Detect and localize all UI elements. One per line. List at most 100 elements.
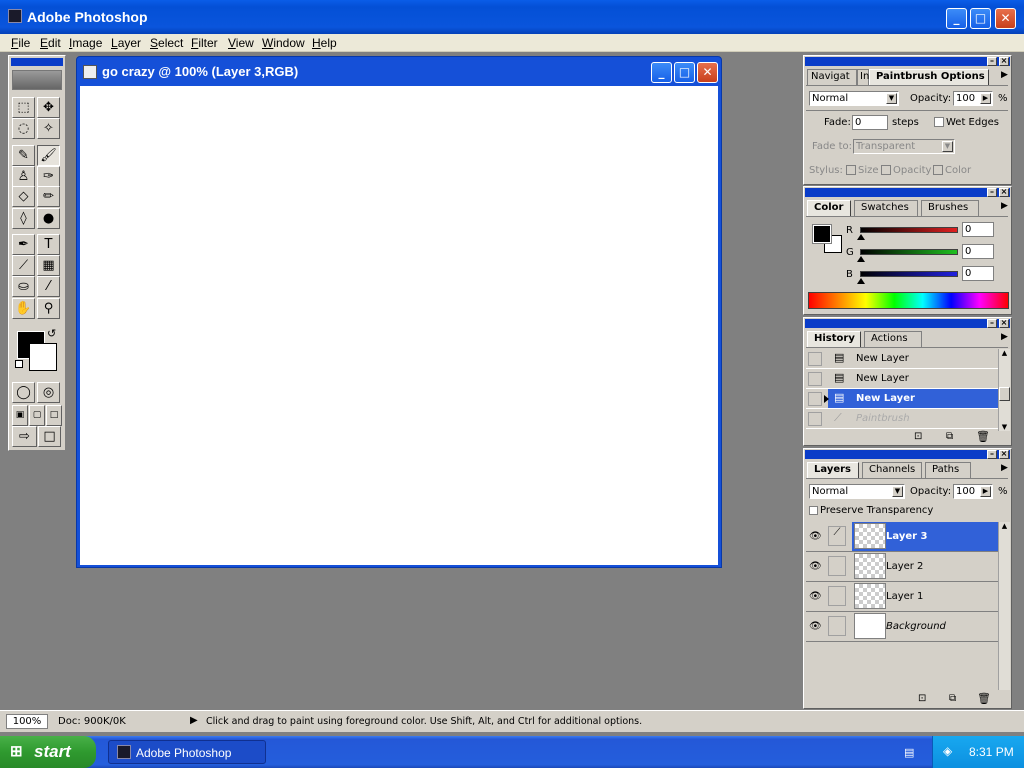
- wet-edges-checkbox[interactable]: [934, 117, 944, 127]
- snapshot-source-box[interactable]: [808, 412, 822, 426]
- slider-handle-g[interactable]: [857, 256, 865, 262]
- clock[interactable]: 8:31 PM: [969, 745, 1014, 759]
- title-bar[interactable]: Adobe Photoshop _ □ ✕: [0, 0, 1024, 34]
- active-layer-brush-icon[interactable]: ⟋: [828, 526, 846, 546]
- tab-history[interactable]: History: [807, 331, 861, 347]
- channel-slider-b[interactable]: [860, 271, 958, 277]
- history-state-marker-icon[interactable]: [824, 395, 829, 403]
- menu-filter[interactable]: Filter: [191, 36, 218, 50]
- menu-layer[interactable]: Layer: [111, 36, 141, 50]
- eyedropper-tool[interactable]: ⁄: [37, 276, 60, 297]
- snapshot-source-box[interactable]: [808, 372, 822, 386]
- scroll-up-icon[interactable]: ▲: [999, 349, 1010, 357]
- palette-close-button[interactable]: ×: [999, 450, 1009, 459]
- menu-select[interactable]: Select: [150, 36, 183, 50]
- palette-title-bar[interactable]: [805, 57, 1010, 66]
- magic-wand-tool[interactable]: ✧: [37, 118, 60, 139]
- move-tool[interactable]: ✥: [37, 97, 60, 118]
- color-foreground-swatch[interactable]: [812, 224, 832, 244]
- fade-to-select[interactable]: Transparent ▼: [853, 139, 955, 154]
- doc-maximize-button[interactable]: □: [674, 62, 695, 83]
- slider-handle-b[interactable]: [857, 278, 865, 284]
- palette-menu-arrow-icon[interactable]: ▶: [1001, 332, 1008, 342]
- screen-mode-standard-button[interactable]: ▣: [12, 405, 28, 426]
- menu-help[interactable]: Help: [312, 36, 337, 50]
- burn-tool[interactable]: ●: [37, 208, 60, 229]
- palette-close-button[interactable]: ×: [999, 188, 1009, 197]
- stylus-size-checkbox[interactable]: [846, 165, 856, 175]
- close-button[interactable]: ✕: [995, 8, 1016, 29]
- keyboard-tray-icon[interactable]: ▤: [904, 746, 914, 759]
- maximize-button[interactable]: □: [970, 8, 991, 29]
- airbrush-tool[interactable]: ✎: [12, 145, 35, 166]
- quick-mask-button[interactable]: ◎: [37, 382, 60, 403]
- blur-tool[interactable]: ◊: [12, 208, 35, 229]
- history-scrollbar[interactable]: ▲ ▼: [998, 349, 1010, 431]
- new-document-from-state-icon[interactable]: ⊡: [914, 431, 922, 442]
- network-tray-icon[interactable]: ◈: [943, 744, 952, 758]
- zoom-level-field[interactable]: 100%: [6, 714, 48, 729]
- channel-slider-g[interactable]: [860, 249, 958, 255]
- hand-tool[interactable]: ✋: [12, 298, 35, 319]
- default-colors-icon[interactable]: [15, 360, 23, 368]
- trash-icon[interactable]: 🗑: [976, 430, 990, 443]
- blend-mode-select[interactable]: Normal ▼: [809, 91, 899, 106]
- layer-row[interactable]: 👁 ⟋ Layer 3: [806, 522, 998, 552]
- stylus-color-checkbox[interactable]: [933, 165, 943, 175]
- rubber-stamp-tool[interactable]: ♙: [12, 166, 35, 187]
- history-brush-tool[interactable]: ✑: [37, 166, 60, 187]
- eraser-tool[interactable]: ◇: [12, 186, 35, 207]
- new-layer-icon[interactable]: ⧉: [949, 693, 956, 704]
- tab-swatches[interactable]: Swatches: [854, 200, 918, 216]
- tab-layers[interactable]: Layers: [807, 462, 859, 478]
- swap-colors-icon[interactable]: ↺: [47, 327, 56, 340]
- tab-channels[interactable]: Channels: [862, 462, 922, 478]
- layer-opacity-field[interactable]: 100 ▶: [953, 484, 993, 499]
- background-color-swatch[interactable]: [29, 343, 57, 371]
- toolbox-title-bar[interactable]: [11, 58, 63, 66]
- palette-title-bar[interactable]: [805, 188, 1010, 197]
- tab-paintbrush-options[interactable]: Paintbrush Options: [869, 69, 989, 85]
- tab-actions[interactable]: Actions: [864, 331, 922, 347]
- palette-minimize-button[interactable]: –: [987, 57, 997, 66]
- layer-row[interactable]: 👁 Layer 2: [806, 552, 998, 582]
- slider-handle-r[interactable]: [857, 234, 865, 240]
- doc-minimize-button[interactable]: _: [651, 62, 672, 83]
- palette-menu-arrow-icon[interactable]: ▶: [1001, 463, 1008, 473]
- measure-tool[interactable]: ⟋: [12, 255, 35, 276]
- fade-steps-input[interactable]: 0: [852, 115, 888, 130]
- menu-window[interactable]: Window: [262, 36, 305, 50]
- zoom-tool[interactable]: ⚲: [37, 298, 60, 319]
- visibility-eye-icon[interactable]: 👁: [809, 531, 822, 542]
- menu-file[interactable]: File: [11, 36, 30, 50]
- palette-menu-arrow-icon[interactable]: ▶: [1001, 201, 1008, 211]
- history-item[interactable]: ▤ New Layer: [806, 349, 998, 369]
- history-item[interactable]: ▤ New Layer: [806, 369, 998, 389]
- opacity-field[interactable]: 100 ▶: [953, 91, 993, 106]
- palette-title-bar[interactable]: [805, 450, 1010, 459]
- palette-menu-arrow-icon[interactable]: ▶: [1001, 70, 1008, 80]
- layer-link-box[interactable]: [828, 616, 846, 636]
- tab-navigator[interactable]: Navigat: [807, 69, 857, 85]
- screen-mode-full-menu-button[interactable]: ▢: [29, 405, 45, 426]
- add-layer-mask-icon[interactable]: ⊡: [918, 693, 926, 704]
- history-item[interactable]: ▤ New Layer: [806, 389, 998, 409]
- status-menu-arrow-icon[interactable]: ▶: [190, 715, 198, 726]
- channel-value-g[interactable]: 0: [962, 244, 994, 259]
- palette-title-bar[interactable]: [805, 319, 1010, 328]
- pencil-tool[interactable]: ✏: [37, 186, 60, 207]
- jump-to-box[interactable]: □: [38, 426, 61, 447]
- palette-close-button[interactable]: ×: [999, 57, 1009, 66]
- channel-value-b[interactable]: 0: [962, 266, 994, 281]
- doc-close-button[interactable]: ✕: [697, 62, 718, 83]
- layers-scrollbar[interactable]: ▲: [998, 522, 1010, 690]
- layer-link-box[interactable]: [828, 586, 846, 606]
- palette-minimize-button[interactable]: –: [987, 319, 997, 328]
- start-button[interactable]: ⊞ start: [0, 736, 96, 768]
- trash-icon[interactable]: 🗑: [977, 692, 991, 705]
- palette-minimize-button[interactable]: –: [987, 188, 997, 197]
- screen-mode-full-button[interactable]: □: [46, 405, 62, 426]
- imageready-jump-button[interactable]: ⇨: [12, 426, 37, 447]
- layer-link-box[interactable]: [828, 556, 846, 576]
- snapshot-source-box[interactable]: [808, 352, 822, 366]
